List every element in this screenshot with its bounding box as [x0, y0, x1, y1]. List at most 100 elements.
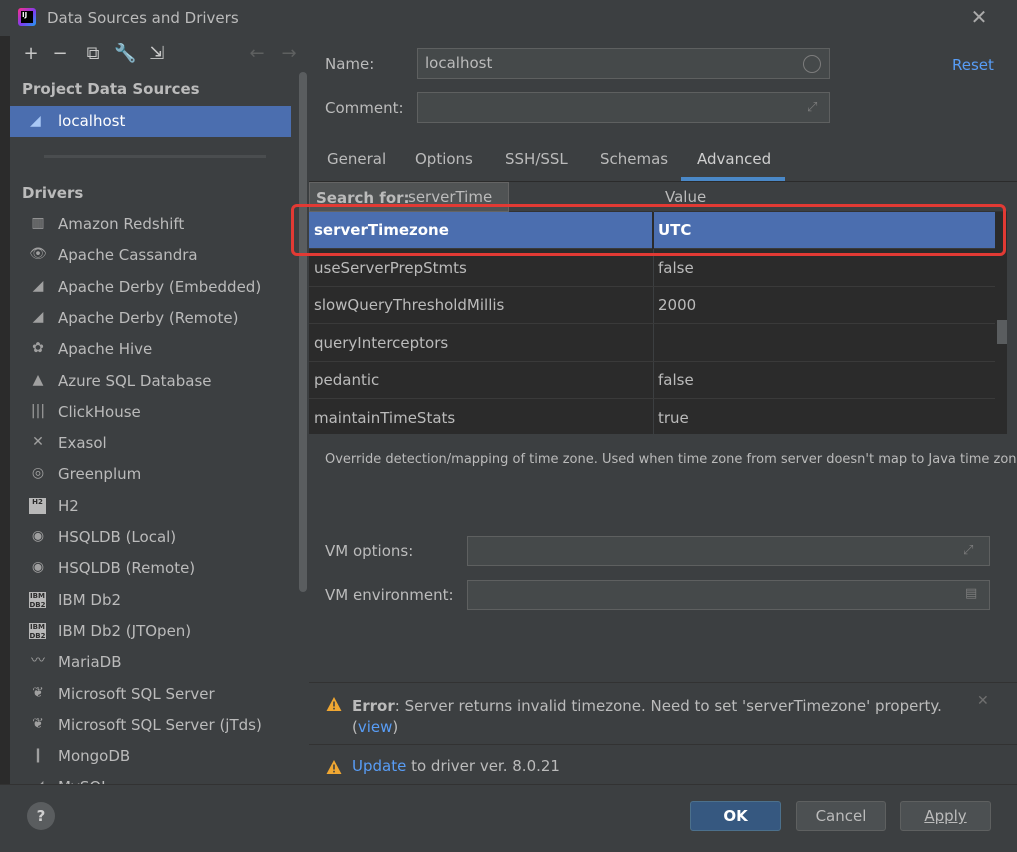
driver-item[interactable]: ◢MySQL: [10, 772, 291, 784]
driver-item[interactable]: ❦ Microsoft SQL Server (jTds): [10, 710, 291, 740]
driver-item[interactable]: 👁 Apache Cassandra: [10, 240, 291, 270]
driver-item[interactable]: ❙ MongoDB: [10, 741, 291, 771]
tab-advanced[interactable]: Advanced: [697, 150, 771, 168]
help-button[interactable]: ?: [27, 802, 55, 830]
update-link[interactable]: Update: [352, 757, 406, 775]
apply-button[interactable]: Apply: [900, 801, 991, 831]
error-message: Error: Server returns invalid timezone. …: [352, 696, 962, 738]
error-prefix: Error: [352, 697, 395, 715]
property-value[interactable]: false: [658, 371, 694, 389]
driver-item[interactable]: ❦ Microsoft SQL Server: [10, 679, 291, 709]
driver-item[interactable]: H2 H2: [10, 491, 291, 521]
close-icon[interactable]: ✕: [968, 6, 990, 28]
exasol-icon: ✕: [32, 434, 44, 451]
driver-item[interactable]: ◢ Apache Derby (Remote): [10, 303, 291, 333]
hive-icon: ✿: [32, 340, 44, 357]
comment-field[interactable]: ⤢: [417, 92, 830, 123]
drivers-title: Drivers: [22, 184, 84, 202]
clickhouse-icon: |||: [30, 402, 46, 419]
title-bar: IJ Data Sources and Drivers ✕: [0, 0, 1017, 36]
driver-item[interactable]: ✕ Exasol: [10, 428, 291, 458]
add-icon[interactable]: +: [20, 43, 42, 65]
property-value[interactable]: 2000: [658, 296, 696, 314]
driver-label: Azure SQL Database: [58, 371, 212, 390]
tab-options[interactable]: Options: [415, 150, 473, 168]
update-notification: Update to driver ver. 8.0.21: [309, 744, 1017, 784]
driver-label: MongoDB: [58, 747, 131, 766]
driver-item[interactable]: ▲ Azure SQL Database: [10, 366, 291, 396]
annotation-highlight: [291, 204, 1006, 256]
driver-label: Microsoft SQL Server: [58, 684, 215, 703]
property-name: queryInterceptors: [314, 333, 449, 352]
tab-schemas[interactable]: Schemas: [600, 150, 668, 168]
property-name: pedantic: [314, 371, 380, 390]
driver-item[interactable]: ||| ClickHouse: [10, 397, 291, 427]
driver-item[interactable]: ▥ Amazon Redshift: [10, 209, 291, 239]
view-link[interactable]: view: [358, 718, 393, 736]
hsqldb-icon: ◉: [31, 528, 45, 544]
data-source-localhost[interactable]: ◢ localhost: [10, 106, 291, 137]
mariadb-icon: 〰: [31, 653, 45, 670]
import-icon[interactable]: ⇲: [146, 43, 168, 65]
derby-icon: ◢: [32, 277, 44, 294]
table-row[interactable]: maintainTimeStats true: [309, 400, 995, 434]
driver-item[interactable]: 〰 MariaDB: [10, 647, 291, 677]
tab-general[interactable]: General: [327, 150, 386, 168]
property-value[interactable]: true: [658, 409, 689, 427]
reset-link[interactable]: Reset: [952, 56, 994, 74]
divider[interactable]: [44, 155, 266, 158]
driver-item[interactable]: IBM DB2 IBM Db2 (JTOpen): [10, 616, 291, 646]
table-scrollbar[interactable]: [997, 320, 1007, 344]
driver-label: HSQLDB (Remote): [58, 559, 196, 578]
expand-icon[interactable]: ⤢: [807, 100, 817, 115]
ok-button[interactable]: OK: [690, 801, 781, 831]
driver-item[interactable]: ◉ HSQLDB (Remote): [10, 553, 291, 583]
left-scrollbar[interactable]: [299, 72, 307, 592]
mssql-icon: ❦: [32, 684, 44, 701]
tab-ssh-ssl[interactable]: SSH/SSL: [505, 150, 568, 168]
expand-icon[interactable]: ⤢: [963, 543, 973, 558]
table-row[interactable]: pedantic false: [309, 362, 995, 400]
browse-document-icon[interactable]: ▤: [965, 586, 977, 601]
close-icon[interactable]: ✕: [977, 693, 989, 709]
table-row[interactable]: queryInterceptors: [309, 325, 995, 362]
back-arrow-icon[interactable]: ←: [246, 43, 268, 65]
cancel-button[interactable]: Cancel: [796, 801, 886, 831]
name-value: localhost: [425, 54, 493, 72]
driver-label: Greenplum: [58, 465, 142, 484]
vm-options-label: VM options:: [325, 542, 414, 560]
driver-label: ClickHouse: [58, 402, 141, 421]
mssql-jtds-icon: ❦: [32, 715, 44, 732]
comment-label: Comment:: [325, 99, 404, 117]
driver-item[interactable]: ◢ Apache Derby (Embedded): [10, 272, 291, 302]
error-text: : Server returns invalid timezone. Need …: [394, 697, 942, 715]
vm-options-field[interactable]: ⤢: [467, 536, 990, 566]
mysql-dolphin-icon: ◢: [30, 113, 41, 129]
error-notification: Error: Server returns invalid timezone. …: [309, 682, 1017, 744]
db2-jtopen-icon: IBM DB2: [29, 622, 46, 640]
vm-environment-label: VM environment:: [325, 586, 454, 604]
property-name: maintainTimeStats: [314, 409, 456, 427]
wrench-icon[interactable]: 🔧: [114, 43, 136, 65]
status-circle-icon: [803, 55, 821, 73]
duplicate-icon[interactable]: ⧉: [82, 43, 104, 65]
driver-item[interactable]: IBM DB2 IBM Db2: [10, 585, 291, 615]
dialog-button-bar: ? OK Cancel Apply: [0, 784, 1017, 852]
driver-label: IBM Db2: [58, 590, 122, 609]
remove-icon[interactable]: −: [49, 43, 71, 65]
driver-item[interactable]: ◎ Greenplum: [10, 459, 291, 489]
table-row[interactable]: slowQueryThresholdMillis 2000: [309, 287, 995, 325]
cassandra-icon: 👁: [29, 246, 47, 263]
property-value[interactable]: false: [658, 259, 694, 277]
property-name: slowQueryThresholdMillis: [314, 296, 505, 315]
left-toolbar: + − ⧉ 🔧 ⇲ ← →: [10, 36, 309, 72]
name-field[interactable]: localhost: [417, 48, 830, 79]
db2-icon: IBM DB2: [29, 591, 46, 609]
driver-item[interactable]: ◉ HSQLDB (Local): [10, 522, 291, 552]
forward-arrow-icon[interactable]: →: [278, 43, 300, 65]
update-text: to driver ver. 8.0.21: [406, 757, 560, 775]
driver-item[interactable]: ✿ Apache Hive: [10, 334, 291, 364]
vm-environment-field[interactable]: ▤: [467, 580, 990, 610]
derby-remote-icon: ◢: [32, 308, 44, 325]
hsqldb-remote-icon: ◉: [31, 559, 45, 576]
